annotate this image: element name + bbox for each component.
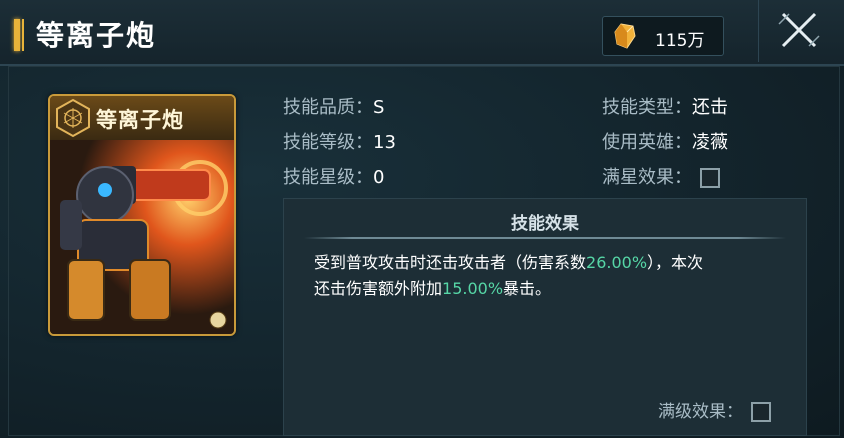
currency-display[interactable]: 115万 (602, 16, 724, 56)
skill-quality-row: 技能品质：S (283, 93, 384, 119)
full-level-row: 满级效果： (658, 397, 771, 422)
effect-divider (304, 237, 786, 239)
skill-effect-title: 技能效果 (511, 214, 579, 234)
full-star-checkbox[interactable] (700, 168, 720, 188)
skill-level-row: 技能等级：13 (283, 128, 396, 154)
title-accent-bar (14, 19, 20, 51)
hero-label: 使用英雄： (602, 132, 692, 153)
skill-type-row: 技能类型：还击 (602, 93, 728, 119)
hexagon-emblem-icon (56, 98, 90, 138)
skill-level-value: 13 (373, 132, 396, 153)
effect-text-2a: 还击伤害额外附加 (314, 279, 443, 298)
hero-value: 凌薇 (692, 132, 728, 153)
skill-star-value: 0 (373, 167, 385, 188)
skill-type-label: 技能类型： (602, 97, 692, 118)
title-accent-line (22, 19, 24, 51)
effect-description-line-2: 还击伤害额外附加15.00%暴击。 (314, 275, 784, 299)
crystal-gem-icon (614, 23, 636, 49)
currency-amount: 115万 (655, 31, 705, 51)
full-star-label: 满星效果： (602, 167, 692, 188)
close-icon (778, 12, 820, 48)
full-level-label: 满级效果： (658, 402, 743, 422)
close-button[interactable] (758, 0, 839, 62)
skill-level-label: 技能等级： (283, 132, 373, 153)
skill-type-value: 还击 (692, 97, 728, 118)
card-title: 等离子炮 (96, 107, 184, 132)
hero-row: 使用英雄：凌薇 (602, 128, 728, 154)
skill-quality-label: 技能品质： (283, 97, 373, 118)
effect-description-line-1: 受到普攻攻击时还击攻击者（伤害系数26.00%），本次 (314, 249, 784, 273)
skill-detail-panel: 等离子炮 115万 等离子炮 技能品质：S 技能等级：13 技能星级：0 技能类… (0, 0, 844, 438)
full-level-checkbox[interactable] (751, 402, 771, 422)
effect-text-2b: 暴击。 (503, 279, 552, 298)
skill-star-label: 技能星级： (283, 167, 373, 188)
skill-card: 等离子炮 (48, 94, 236, 336)
header-bar: 等离子炮 115万 (0, 0, 844, 66)
mech-cannon-artwork (50, 140, 234, 334)
card-header: 等离子炮 (50, 96, 234, 140)
effect-text-1b: ），本次 (647, 253, 704, 272)
skill-effect-box: 技能效果 受到普攻攻击时还击攻击者（伤害系数26.00%），本次 还击伤害额外附… (283, 198, 807, 436)
full-star-row: 满星效果： (602, 163, 720, 189)
skill-star-row: 技能星级：0 (283, 163, 384, 189)
skill-quality-value: S (373, 97, 385, 118)
crit-bonus-value: 15.00% (442, 279, 504, 298)
effect-text-1a: 受到普攻攻击时还击攻击者（伤害系数 (314, 253, 587, 272)
page-title: 等离子炮 (36, 19, 157, 52)
damage-coefficient-value: 26.00% (586, 253, 648, 272)
